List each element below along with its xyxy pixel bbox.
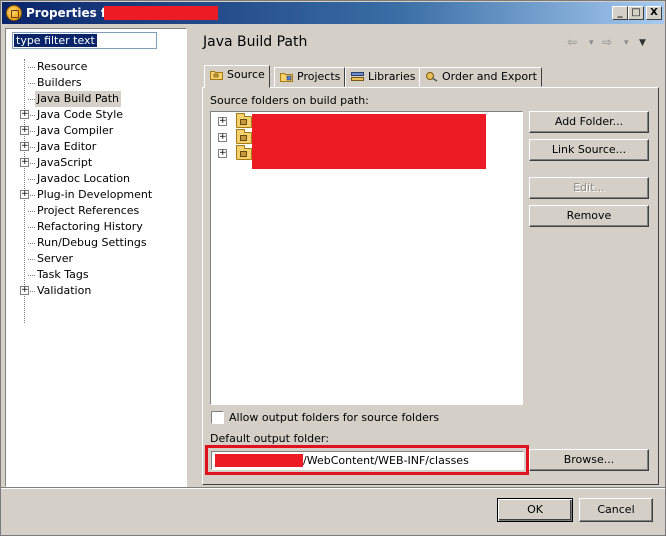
ok-button[interactable]: OK (497, 498, 573, 522)
expand-plus-icon[interactable]: + (218, 133, 227, 142)
sidebar-item-label: Run/Debug Settings (37, 236, 147, 249)
sidebar-item-label: Builders (37, 76, 82, 89)
sidebar-item-server[interactable]: Server (6, 251, 186, 267)
tab-libraries[interactable]: Libraries (345, 67, 421, 87)
sidebar-item-plugin-development[interactable]: + Plug-in Development (6, 187, 186, 203)
expand-plus-icon[interactable]: + (218, 149, 227, 158)
default-output-folder-field[interactable]: /WebContent/WEB-INF/classes (211, 451, 524, 470)
tab-label: Projects (297, 70, 341, 83)
allow-output-folders-checkbox[interactable] (211, 411, 224, 424)
sidebar-item-label: Javadoc Location (37, 172, 131, 185)
back-dropdown-icon[interactable]: ▾ (589, 38, 594, 48)
sidebar-item-refactoring-history[interactable]: Refactoring History (6, 219, 186, 235)
tab-source[interactable]: Source (204, 65, 270, 88)
sidebar-item-label: Java Editor (37, 140, 97, 153)
preference-tree: Resource Builders Java Build Path + Java … (6, 59, 186, 299)
browse-button[interactable]: Browse... (529, 449, 649, 471)
sidebar-item-label: Task Tags (37, 268, 89, 281)
view-menu-icon[interactable]: ▼ (639, 38, 646, 48)
source-folders-label: Source folders on build path: (210, 94, 369, 107)
sidebar-item-label: Refactoring History (37, 220, 143, 233)
forward-dropdown-icon[interactable]: ▾ (624, 38, 629, 48)
tab-label: Order and Export (442, 70, 537, 83)
close-button[interactable]: X (646, 6, 662, 20)
sidebar-item-resource[interactable]: Resource (6, 59, 186, 75)
sidebar-item-java-code-style[interactable]: + Java Code Style (6, 107, 186, 123)
page-title: Java Build Path (203, 34, 308, 50)
add-folder-button[interactable]: Add Folder... (529, 111, 649, 133)
package-folder-icon (236, 113, 252, 128)
tab-label: Source (227, 68, 265, 81)
sidebar-item-javadoc-location[interactable]: Javadoc Location (6, 171, 186, 187)
order-export-icon (426, 72, 438, 82)
sidebar-item-validation[interactable]: + Validation (6, 283, 186, 299)
filter-input[interactable]: type filter text (14, 34, 97, 47)
tab-projects[interactable]: Projects (274, 67, 346, 87)
properties-dialog: Properties for _ □ X type filter text Re… (0, 0, 666, 536)
sidebar-item-label: Resource (37, 60, 88, 73)
sidebar-item-java-editor[interactable]: + Java Editor (6, 139, 186, 155)
footer-separator (1, 487, 665, 489)
package-folder-icon (236, 129, 252, 144)
sidebar-item-label: Validation (37, 284, 92, 297)
minimize-button[interactable]: _ (612, 6, 628, 20)
remove-button[interactable]: Remove (529, 205, 649, 227)
sidebar-item-task-tags[interactable]: Task Tags (6, 267, 186, 283)
tab-label: Libraries (368, 70, 416, 83)
filter-field[interactable]: type filter text (12, 32, 157, 49)
eclipse-app-icon (6, 5, 22, 21)
default-output-folder-label: Default output folder: (210, 432, 329, 445)
sidebar-item-run-debug-settings[interactable]: Run/Debug Settings (6, 235, 186, 251)
tab-order-and-export[interactable]: Order and Export (419, 67, 542, 87)
sidebar-item-label: Plug-in Development (37, 188, 153, 201)
output-folder-value: /WebContent/WEB-INF/classes (303, 454, 469, 467)
package-folder-icon (236, 145, 252, 160)
redacted-project-name (104, 6, 218, 20)
forward-arrow-icon[interactable]: ⇨ (602, 35, 612, 49)
maximize-button[interactable]: □ (628, 6, 644, 20)
sidebar-item-project-references[interactable]: Project References (6, 203, 186, 219)
sidebar-item-label: Project References (37, 204, 140, 217)
sidebar-item-java-compiler[interactable]: + Java Compiler (6, 123, 186, 139)
redacted-source-folders (252, 114, 486, 169)
edit-button[interactable]: Edit... (529, 177, 649, 199)
sidebar-item-javascript[interactable]: + JavaScript (6, 155, 186, 171)
source-folder-tree[interactable]: + + + (210, 111, 523, 405)
sidebar-item-label: Java Code Style (37, 108, 124, 121)
expand-plus-icon[interactable]: + (218, 117, 227, 126)
link-source-button[interactable]: Link Source... (529, 139, 649, 161)
cancel-button[interactable]: Cancel (579, 498, 653, 522)
preference-tree-pane: type filter text Resource Builders Java … (5, 28, 187, 487)
source-folder-icon (210, 71, 223, 80)
sidebar-item-label: JavaScript (37, 156, 93, 169)
sidebar-item-builders[interactable]: Builders (6, 75, 186, 91)
sidebar-item-label: Server (37, 252, 74, 265)
projects-icon (280, 73, 293, 82)
back-arrow-icon[interactable]: ⇦ (567, 35, 577, 49)
sidebar-item-label: Java Build Path (35, 91, 122, 107)
allow-output-folders-label: Allow output folders for source folders (229, 411, 440, 424)
sidebar-item-java-build-path[interactable]: Java Build Path (6, 91, 186, 107)
title-bar[interactable]: Properties for _ □ X (2, 2, 664, 24)
sidebar-item-label: Java Compiler (37, 124, 114, 137)
redacted-project-path (215, 454, 303, 467)
libraries-icon (351, 72, 364, 81)
